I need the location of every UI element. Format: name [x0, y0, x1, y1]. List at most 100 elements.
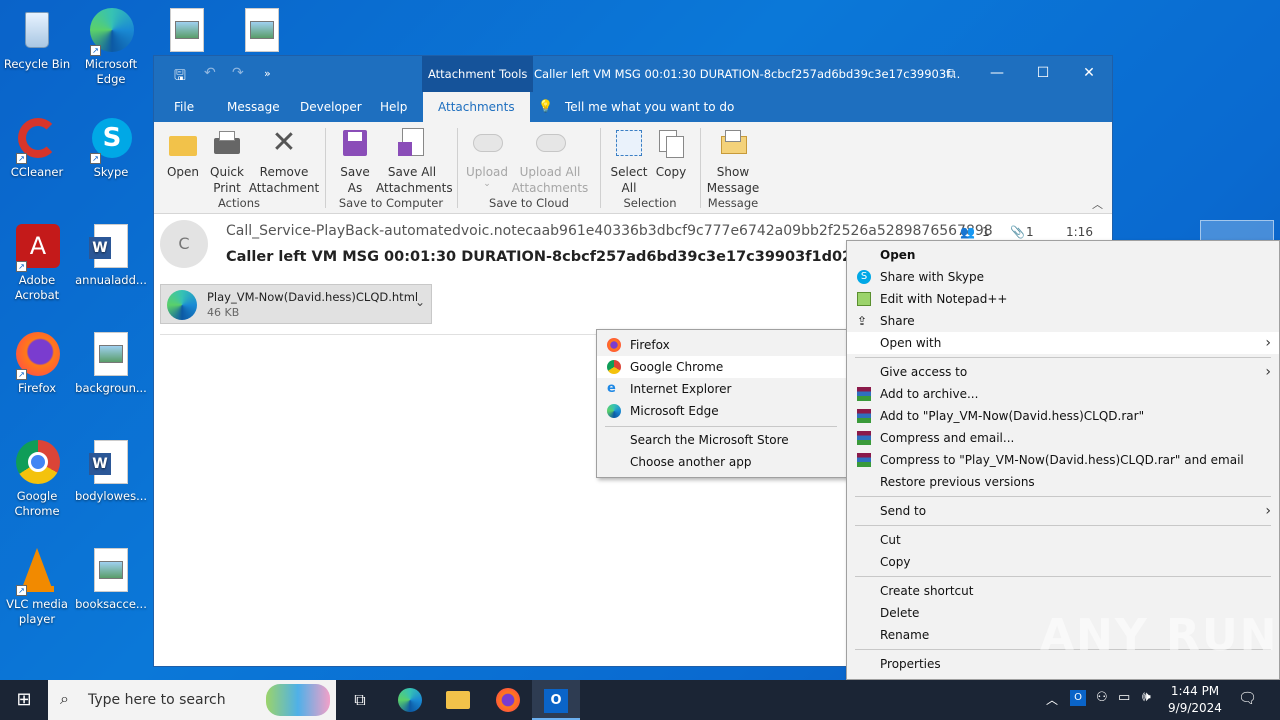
upload-all-attachments-button[interactable]: Upload All Attachments	[510, 128, 590, 196]
menu-create-shortcut[interactable]: Create shortcut	[847, 580, 1279, 602]
task-view-icon[interactable]: ⧉	[336, 680, 384, 720]
attachment-item[interactable]: Play_VM-Now(David.hess)CLQD.html 46 KB ⌄	[160, 284, 432, 324]
open-with-edge[interactable]: Microsoft Edge	[597, 400, 847, 422]
minimize-button[interactable]: —	[974, 56, 1020, 92]
desktop-file-background[interactable]: backgroun...	[74, 332, 148, 396]
network-icon[interactable]: ▭	[1118, 690, 1130, 705]
show-message-button[interactable]: Show Message	[706, 128, 760, 196]
undo-icon[interactable]: ↶	[204, 65, 216, 81]
copy-button[interactable]: Copy	[650, 128, 692, 180]
desktop-file-2[interactable]	[225, 8, 299, 52]
chrome-icon	[607, 360, 621, 374]
tell-me-search[interactable]: Tell me what you want to do	[565, 100, 734, 114]
system-clock[interactable]: 1:44 PM 9/9/2024	[1166, 683, 1224, 717]
edge-icon	[607, 404, 621, 418]
search-highlight-icon	[266, 684, 330, 716]
menu-share[interactable]: ⇪ Share	[847, 310, 1279, 332]
open-with-internet-explorer[interactable]: e Internet Explorer	[597, 378, 847, 400]
ribbon-display-icon[interactable]: ⧉	[928, 56, 974, 92]
open-with-firefox[interactable]: Firefox	[597, 334, 847, 356]
save-icon[interactable]: 🖫	[174, 65, 186, 89]
chrome-icon	[14, 440, 60, 486]
menu-open-with[interactable]: Open with ›	[847, 332, 1279, 354]
outlook-tray-icon[interactable]: O	[1070, 690, 1086, 706]
tab-help[interactable]: Help	[380, 100, 407, 114]
tab-developer[interactable]: Developer	[300, 100, 362, 114]
desktop-icon-chrome[interactable]: Google Chrome	[0, 440, 74, 519]
meet-now-icon[interactable]: ⚇	[1096, 690, 1108, 705]
desktop-file-booksacce[interactable]: booksacce...	[74, 548, 148, 612]
save-all-attachments-button[interactable]: Save All Attachments	[376, 128, 453, 196]
menu-give-access[interactable]: Give access to ›	[847, 361, 1279, 383]
attachment-count: 1	[1026, 225, 1034, 239]
desktop-icon-acrobat[interactable]: A ↗ Adobe Acrobat	[0, 224, 74, 303]
desktop-icon-vlc[interactable]: ↗ VLC media player	[0, 548, 74, 627]
menu-edit-notepad[interactable]: Edit with Notepad++	[847, 288, 1279, 310]
chevron-right-icon: ›	[1265, 503, 1271, 519]
start-button[interactable]: ⊞	[0, 680, 48, 720]
menu-compress-rar-email[interactable]: Compress to "Play_VM-Now(David.hess)CLQD…	[847, 449, 1279, 471]
select-all-button[interactable]: Select All	[608, 128, 650, 196]
edge-icon	[167, 290, 197, 320]
open-with-chrome[interactable]: Google Chrome	[597, 356, 847, 378]
taskbar: ⊞ ⌕ Type here to search ⧉ O ︿ O ⚇ ▭ 🕪 1:…	[0, 680, 1280, 720]
folder-icon	[167, 128, 199, 160]
menu-share-skype[interactable]: S Share with Skype	[847, 266, 1279, 288]
close-button[interactable]: ✕	[1066, 56, 1112, 92]
menu-compress-email[interactable]: Compress and email...	[847, 427, 1279, 449]
group-save-to-computer: Save to Computer	[338, 196, 444, 210]
desktop-icon-edge[interactable]: ↗ Microsoft Edge	[74, 8, 148, 87]
image-file-icon	[88, 548, 134, 594]
chevron-down-icon[interactable]: ⌄	[415, 295, 425, 309]
chevron-up-icon[interactable]: ︿	[1046, 691, 1058, 708]
desktop-icon-ccleaner[interactable]: ↗ CCleaner	[0, 116, 74, 180]
group-save-to-cloud: Save to Cloud	[489, 196, 569, 210]
redo-icon[interactable]: ↷	[232, 65, 244, 81]
attachment-name: Play_VM-Now(David.hess)CLQD.html	[207, 290, 419, 304]
word-document-icon: W	[88, 440, 134, 486]
taskbar-firefox[interactable]	[484, 680, 532, 720]
menu-copy[interactable]: Copy	[847, 551, 1279, 573]
menu-add-rar[interactable]: Add to "Play_VM-Now(David.hess)CLQD.rar"	[847, 405, 1279, 427]
menu-add-archive[interactable]: Add to archive...	[847, 383, 1279, 405]
group-message: Message	[707, 196, 759, 210]
menu-cut[interactable]: Cut	[847, 529, 1279, 551]
people-icon[interactable]: 👥	[960, 225, 975, 239]
save-as-button[interactable]: Save As	[334, 128, 376, 196]
cloud-upload-all-icon	[534, 128, 566, 160]
winrar-icon	[857, 431, 871, 445]
taskbar-edge[interactable]	[386, 680, 434, 720]
taskbar-outlook[interactable]: O	[532, 680, 580, 720]
collapse-ribbon-icon[interactable]: ︿	[1092, 196, 1103, 212]
sender[interactable]: Call_Service-PlayBack-automatedvoic.note…	[226, 223, 993, 239]
maximize-button[interactable]: ☐	[1020, 56, 1066, 92]
remove-attachment-button[interactable]: ✕ Remove Attachment	[248, 128, 320, 196]
notification-icon[interactable]: 🗨	[1238, 689, 1257, 707]
desktop-icon-skype[interactable]: S ↗ Skype	[74, 116, 148, 180]
paperclip-icon: 📎	[1010, 225, 1025, 239]
volume-icon[interactable]: 🕪	[1142, 689, 1151, 705]
menu-restore-versions[interactable]: Restore previous versions	[847, 471, 1279, 493]
quick-access-more-icon[interactable]: »	[264, 67, 271, 80]
desktop-file-bodylowes[interactable]: W bodylowes...	[74, 440, 148, 504]
quick-print-button[interactable]: Quick Print	[206, 128, 248, 196]
upload-button[interactable]: Upload ⌄	[464, 128, 510, 189]
tab-file[interactable]: File	[174, 100, 194, 114]
share-icon: ⇪	[857, 314, 868, 328]
menu-send-to[interactable]: Send to ›	[847, 500, 1279, 522]
taskbar-search[interactable]: ⌕ Type here to search	[48, 680, 336, 720]
tab-message[interactable]: Message	[227, 100, 280, 114]
firefox-icon: ↗	[14, 332, 60, 380]
tab-attachments[interactable]: Attachments	[423, 92, 530, 122]
desktop-file-annualadd[interactable]: W annualadd...	[74, 224, 148, 288]
desktop-icon-firefox[interactable]: ↗ Firefox	[0, 332, 74, 396]
taskbar-file-explorer[interactable]	[434, 680, 482, 720]
menu-open[interactable]: Open	[847, 244, 1279, 266]
desktop-icon-recycle-bin[interactable]: Recycle Bin	[0, 8, 74, 72]
open-button[interactable]: Open	[162, 128, 204, 180]
ccleaner-icon: ↗	[14, 116, 60, 164]
desktop-file-1[interactable]	[150, 8, 224, 52]
group-selection: Selection	[623, 196, 677, 210]
search-microsoft-store[interactable]: Search the Microsoft Store	[597, 429, 847, 451]
choose-another-app[interactable]: Choose another app	[597, 451, 847, 473]
